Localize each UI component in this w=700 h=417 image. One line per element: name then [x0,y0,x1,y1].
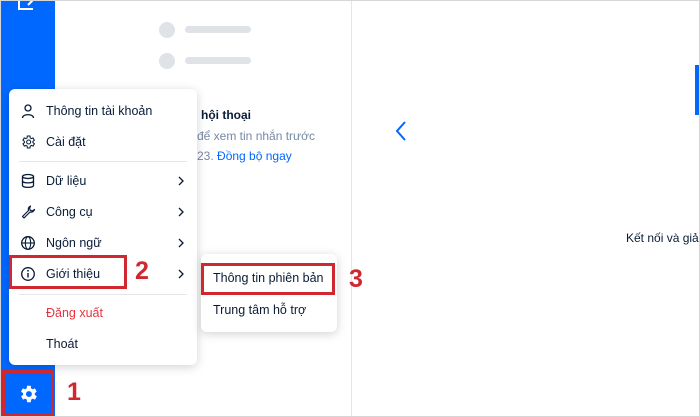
welcome-text: Kết nối và giải [626,231,700,245]
step-2-number: 2 [135,257,149,285]
menu-item-label: Thông tin tài khoản [46,104,153,118]
menu-item-settings[interactable]: Cài đặt [9,128,197,156]
chevron-left-icon[interactable] [393,120,409,142]
menu-item-label: Công cụ [46,205,93,219]
step-3-highlight [201,263,335,295]
step-1-highlight [2,370,54,416]
skeleton-line [185,57,251,64]
sync-notice-prefix: 23. [197,149,214,163]
submenu-item-support-center[interactable]: Trung tâm hỗ trợ [201,296,337,324]
sync-notice-line: 23. Đồng bộ ngay [197,149,292,163]
database-icon [21,173,35,189]
chevron-right-icon [178,269,184,279]
step-1-number: 1 [67,378,81,406]
menu-divider [19,294,187,295]
menu-item-label: Thoát [46,337,78,351]
menu-item-exit[interactable]: Thoát [9,330,197,358]
chevron-right-icon [178,207,184,217]
app-window: hội thoại để xem tin nhắn trước 23. Đồng… [0,0,700,417]
chevron-right-icon [178,238,184,248]
menu-item-logout[interactable]: Đăng xuất [9,299,197,327]
menu-item-label: Đăng xuất [46,306,103,320]
menu-item-language[interactable]: Ngôn ngữ [9,229,197,257]
sync-notice-description: để xem tin nhắn trước [197,129,315,143]
settings-menu: Thông tin tài khoản Cài đặt Dữ liệu Công… [9,89,197,365]
menu-item-tools[interactable]: Công cụ [9,198,197,226]
scrollbar[interactable] [695,65,699,115]
step-2-highlight [9,255,127,289]
skeleton-line [185,26,251,33]
chevron-right-icon [178,176,184,186]
user-icon [21,104,35,119]
globe-icon [21,236,35,250]
menu-item-label: Ngôn ngữ [46,236,102,250]
wrench-icon [21,205,36,219]
sync-now-link[interactable]: Đồng bộ ngay [217,149,292,163]
skeleton-avatar [159,22,175,38]
sync-notice-title: hội thoại [201,108,251,122]
edit-icon[interactable] [16,0,38,13]
gear-icon [22,135,36,149]
menu-divider [19,161,187,162]
step-3-number: 3 [349,265,363,293]
menu-item-account-info[interactable]: Thông tin tài khoản [9,97,197,125]
submenu-item-label: Trung tâm hỗ trợ [213,303,307,317]
menu-item-label: Cài đặt [46,135,86,149]
menu-item-label: Dữ liệu [46,174,87,188]
skeleton-avatar [159,53,175,69]
menu-item-data[interactable]: Dữ liệu [9,167,197,195]
